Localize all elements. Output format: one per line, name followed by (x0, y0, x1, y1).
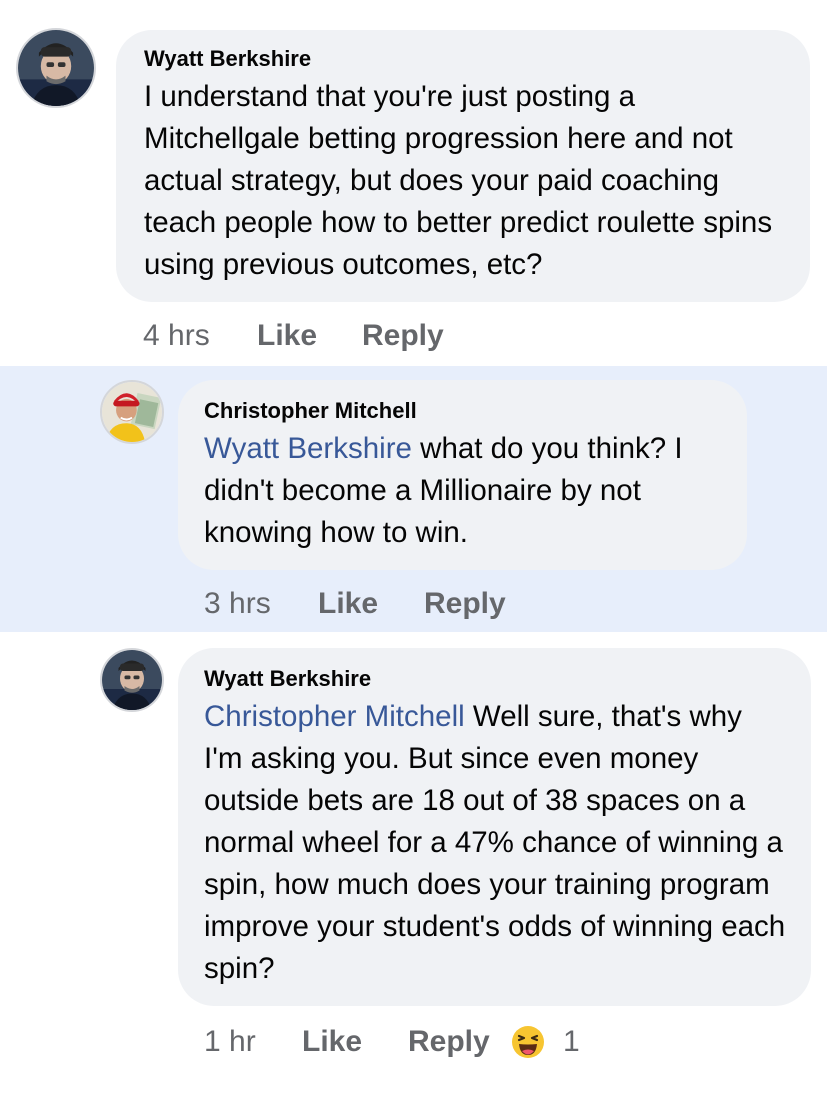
like-button[interactable]: Like (318, 587, 424, 621)
avatar[interactable] (16, 28, 96, 108)
comment-item-highlighted: Christopher Mitchell Wyatt Berkshire wha… (0, 366, 827, 632)
comment-body: I understand that you're just posting a … (144, 80, 773, 281)
reaction-count: 1 (563, 1025, 580, 1058)
mention-link[interactable]: Christopher Mitchell (204, 700, 465, 733)
comment-actions: 3 hrs Like Reply (204, 586, 506, 622)
comment-item: Wyatt Berkshire Christopher Mitchell Wel… (0, 632, 827, 1095)
reply-button[interactable]: Reply (362, 319, 444, 353)
profile-photo-icon (102, 650, 162, 710)
avatar[interactable] (100, 648, 164, 712)
reply-button[interactable]: Reply (408, 1025, 511, 1059)
haha-emoji-icon (512, 1026, 544, 1058)
comment-timestamp[interactable]: 4 hrs (143, 319, 257, 353)
comment-text: Wyatt Berkshire what do you think? I did… (204, 428, 721, 554)
comment-body: Well sure, that's why I'm asking you. Bu… (204, 700, 786, 985)
comment-author[interactable]: Wyatt Berkshire (144, 46, 784, 72)
like-button[interactable]: Like (302, 1025, 408, 1059)
avatar[interactable] (100, 380, 164, 444)
comment-timestamp[interactable]: 3 hrs (204, 587, 318, 621)
comment-actions: 1 hr Like Reply 1 (204, 1022, 580, 1062)
comment-bubble: Christopher Mitchell Wyatt Berkshire wha… (178, 380, 747, 570)
comment-bubble: Wyatt Berkshire Christopher Mitchell Wel… (178, 648, 811, 1006)
comment-item: Wyatt Berkshire I understand that you're… (0, 0, 827, 366)
comment-author[interactable]: Wyatt Berkshire (204, 666, 787, 692)
comment-actions: 4 hrs Like Reply (143, 318, 444, 354)
reaction-summary[interactable]: 1 (511, 1025, 580, 1059)
profile-photo-icon (18, 30, 94, 106)
comment-text: Christopher Mitchell Well sure, that's w… (204, 696, 787, 990)
mention-link[interactable]: Wyatt Berkshire (204, 432, 412, 465)
comment-text: I understand that you're just posting a … (144, 76, 784, 286)
comment-bubble: Wyatt Berkshire I understand that you're… (116, 30, 810, 302)
like-button[interactable]: Like (257, 319, 362, 353)
comment-thread: Wyatt Berkshire I understand that you're… (0, 0, 827, 1095)
comment-author[interactable]: Christopher Mitchell (204, 398, 721, 424)
reply-button[interactable]: Reply (424, 587, 506, 621)
comment-timestamp[interactable]: 1 hr (204, 1025, 302, 1059)
profile-photo-icon (102, 382, 162, 442)
